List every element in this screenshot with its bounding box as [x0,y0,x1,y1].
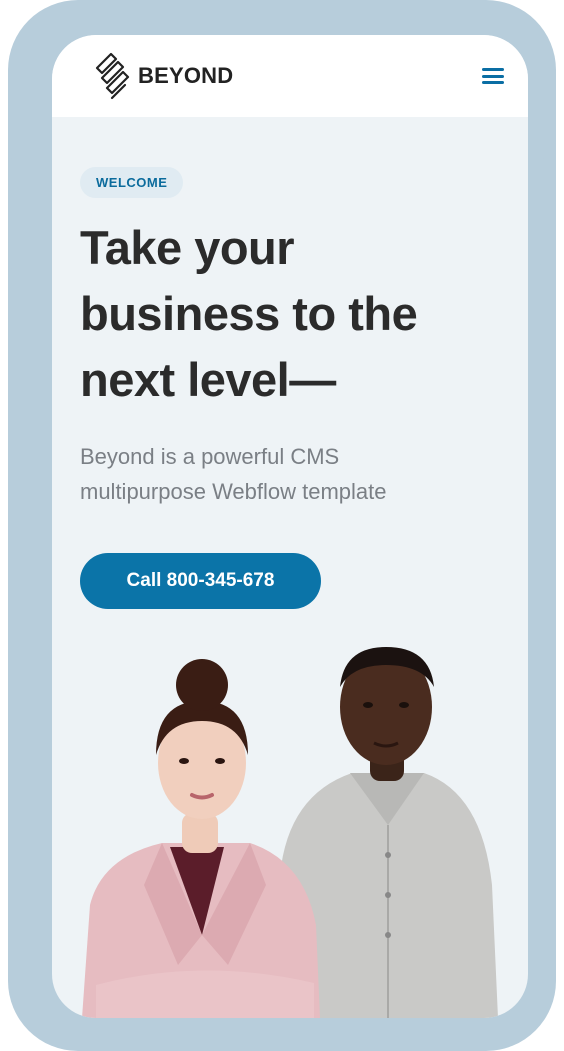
woman-figure [82,659,320,1018]
hero-subtext: Beyond is a powerful CMS multipurpose We… [80,439,480,509]
beyond-logo-icon [95,52,130,100]
headline-line: next level— [80,353,336,406]
volume-up-button [8,158,24,248]
call-button[interactable]: Call 800-345-678 [80,553,321,609]
subtext-line: multipurpose Webflow template [80,479,387,504]
hamburger-menu-icon[interactable] [482,68,504,84]
site-header: BEYOND [52,35,528,117]
brand-name: BEYOND [138,63,234,88]
volume-down-button [8,268,24,358]
hero-headline: Take your business to the next level— [80,215,510,413]
hero-people-image [82,647,498,1018]
welcome-badge: WELCOME [80,167,184,198]
brand-logo-link[interactable]: BEYOND [94,51,233,101]
phone-frame: BEYOND WELCOME Take your business to the… [8,0,556,1051]
subtext-line: Beyond is a powerful CMS [80,444,340,469]
headline-line: business to the [80,287,418,340]
power-button [540,158,556,270]
phone-screen: BEYOND WELCOME Take your business to the… [52,35,528,1018]
headline-line: Take your [80,221,295,274]
